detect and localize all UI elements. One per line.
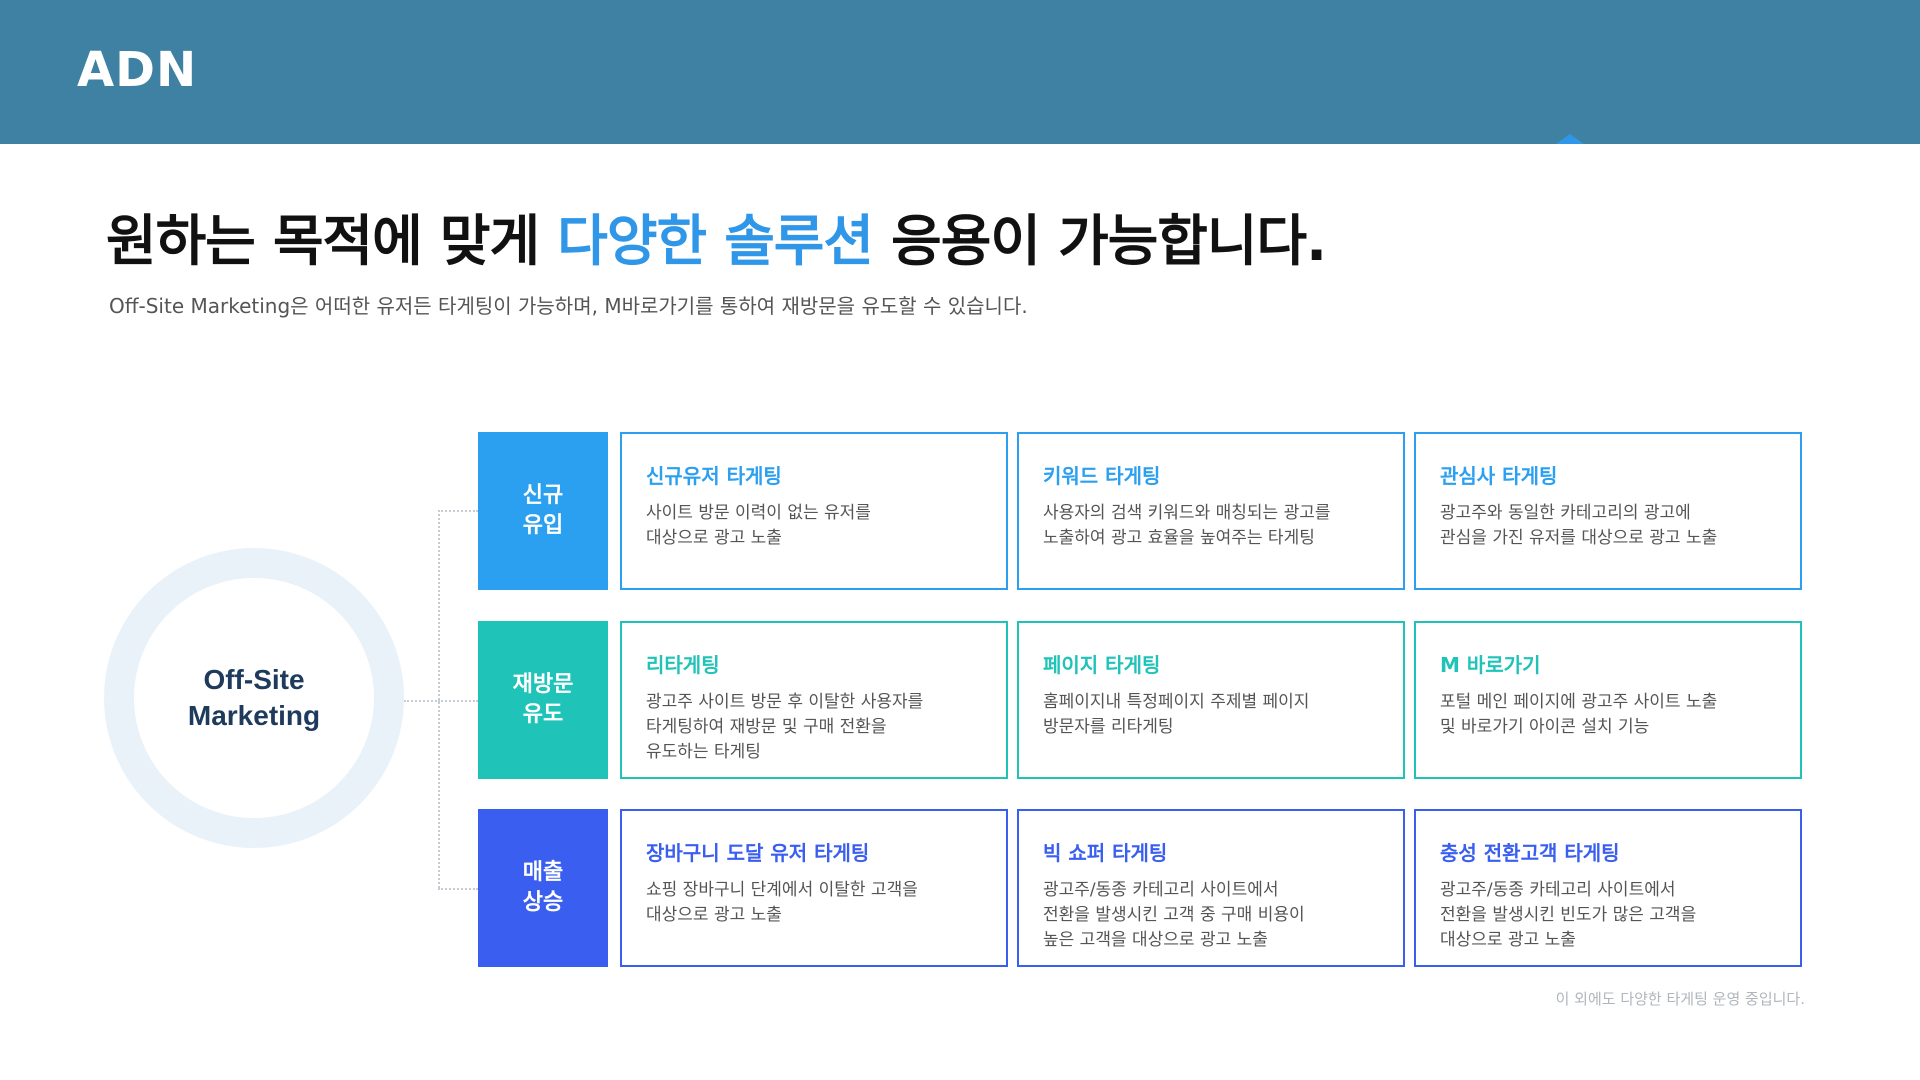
card-title: 신규유저 타게팅 [646, 464, 782, 488]
card-description: 광고주와 동일한 카테고리의 광고에 관심을 가진 유저를 대상으로 광고 노출 [1440, 503, 1718, 548]
card-description: 쇼핑 장바구니 단계에서 이탈한 고객을 대상으로 광고 노출 [646, 880, 918, 925]
card-title: 리타게팅 [646, 653, 720, 677]
connector-row-3 [438, 888, 478, 890]
card-title: M 바로가기 [1440, 653, 1541, 677]
card-title: 충성 전환고객 타게팅 [1440, 841, 1620, 865]
footnote: 이 외에도 다양한 타게팅 운영 중입니다. [1555, 990, 1805, 1008]
card-description: 홈페이지내 특정페이지 주제별 페이지 방문자를 리타게팅 [1043, 692, 1310, 737]
headline-highlight: 다양한 솔루션 [557, 209, 874, 273]
card-cart-targeting: 장바구니 도달 유저 타게팅 쇼핑 장바구니 단계에서 이탈한 고객을 대상으로… [620, 809, 1008, 967]
header-notch-marker [1556, 134, 1584, 144]
connector-trunk [438, 510, 440, 888]
category-revisit: 재방문 유도 [478, 621, 608, 779]
connector-center [404, 700, 440, 702]
card-retargeting: 리타게팅 광고주 사이트 방문 후 이탈한 사용자를 타게팅하여 재방문 및 구… [620, 621, 1008, 779]
card-title: 페이지 타게팅 [1043, 653, 1161, 677]
card-page-targeting: 페이지 타게팅 홈페이지내 특정페이지 주제별 페이지 방문자를 리타게팅 [1017, 621, 1405, 779]
card-title: 관심사 타게팅 [1440, 464, 1558, 488]
card-keyword-targeting: 키워드 타게팅 사용자의 검색 키워드와 매칭되는 광고를 노출하여 광고 효율… [1017, 432, 1405, 590]
connector-row-1 [438, 510, 478, 512]
card-description: 포털 메인 페이지에 광고주 사이트 노출 및 바로가기 아이콘 설치 기능 [1440, 692, 1718, 737]
card-title: 키워드 타게팅 [1043, 464, 1161, 488]
page-subtitle: Off-Site Marketing은 어떠한 유저든 타게팅이 가능하며, M… [109, 294, 1028, 318]
category-new-inflow: 신규 유입 [478, 432, 608, 590]
connector-row-2 [438, 700, 478, 702]
card-interest-targeting: 관심사 타게팅 광고주와 동일한 카테고리의 광고에 관심을 가진 유저를 대상… [1414, 432, 1802, 590]
category-label: 매출 상승 [522, 860, 564, 915]
card-m-shortcut: M 바로가기 포털 메인 페이지에 광고주 사이트 노출 및 바로가기 아이콘 … [1414, 621, 1802, 779]
card-new-user-targeting: 신규유저 타게팅 사이트 방문 이력이 없는 유저를 대상으로 광고 노출 [620, 432, 1008, 590]
card-big-shopper-targeting: 빅 쇼퍼 타게팅 광고주/동종 카테고리 사이트에서 전환을 발생시킨 고객 중… [1017, 809, 1405, 967]
circle-label: Off-Site Marketing [187, 664, 321, 731]
header-bar: ADN [0, 0, 1920, 144]
card-description: 광고주/동종 카테고리 사이트에서 전환을 발생시킨 고객 중 구매 비용이 높… [1043, 880, 1305, 950]
card-description: 사이트 방문 이력이 없는 유저를 대상으로 광고 노출 [646, 503, 871, 548]
card-description: 광고주/동종 카테고리 사이트에서 전환을 발생시킨 빈도가 많은 고객을 대상… [1440, 880, 1697, 950]
offsite-marketing-circle: Off-Site Marketing [104, 548, 404, 848]
card-loyal-customer-targeting: 충성 전환고객 타게팅 광고주/동종 카테고리 사이트에서 전환을 발생시킨 빈… [1414, 809, 1802, 967]
headline-part2: 응용이 가능합니다. [873, 209, 1327, 273]
card-title: 장바구니 도달 유저 타게팅 [646, 841, 870, 865]
brand-title: ADN [77, 42, 198, 98]
category-sales-increase: 매출 상승 [478, 809, 608, 967]
page-headline: 원하는 목적에 맞게 다양한 솔루션 응용이 가능합니다. [106, 196, 1327, 276]
category-label: 신규 유입 [522, 483, 564, 538]
category-label: 재방문 유도 [512, 672, 574, 727]
card-title: 빅 쇼퍼 타게팅 [1043, 841, 1168, 865]
headline-part1: 원하는 목적에 맞게 [106, 209, 558, 273]
card-description: 사용자의 검색 키워드와 매칭되는 광고를 노출하여 광고 효율을 높여주는 타… [1043, 503, 1331, 548]
card-description: 광고주 사이트 방문 후 이탈한 사용자를 타게팅하여 재방문 및 구매 전환을… [646, 692, 924, 762]
